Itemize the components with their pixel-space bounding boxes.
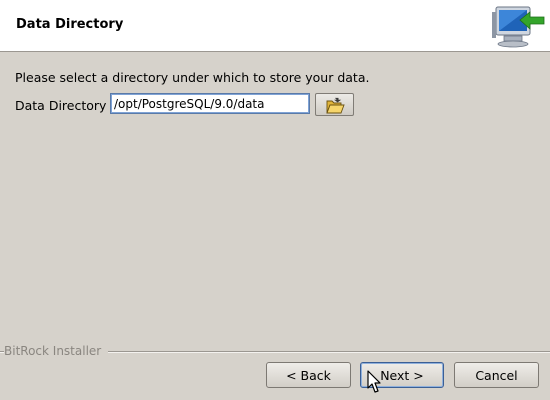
- content-panel: Please select a directory under which to…: [0, 52, 550, 350]
- brand-label: BitRock Installer: [4, 344, 102, 358]
- cancel-button[interactable]: Cancel: [454, 362, 539, 388]
- data-directory-input[interactable]: [110, 93, 310, 114]
- footer-divider: [108, 351, 550, 353]
- header-banner: Data Directory: [0, 0, 550, 52]
- data-directory-label: Data Directory: [15, 98, 107, 113]
- open-folder-icon: [325, 97, 345, 113]
- back-button[interactable]: < Back: [266, 362, 351, 388]
- installer-window: Data Directory Please select a directory…: [0, 0, 550, 400]
- mouse-pointer-icon: [367, 370, 381, 393]
- page-title: Data Directory: [16, 17, 124, 32]
- browse-folder-button[interactable]: [315, 93, 354, 116]
- instruction-text: Please select a directory under which to…: [15, 70, 370, 85]
- installer-computer-arrow-icon: [492, 6, 545, 48]
